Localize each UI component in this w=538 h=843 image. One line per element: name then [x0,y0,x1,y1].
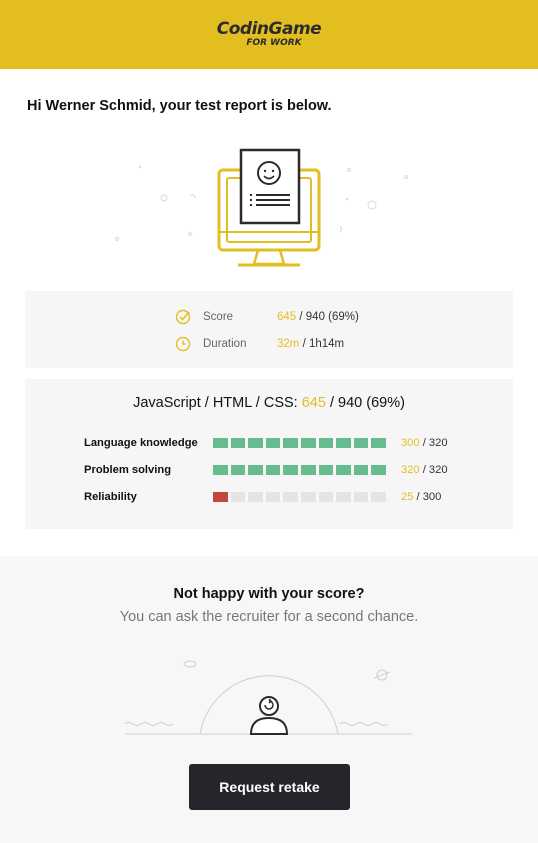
skill-bar-segment [318,492,334,502]
skill-bar-segment [336,492,351,502]
skill-bar [213,492,389,502]
skill-bar-segment [213,438,228,448]
skill-bar-segment [300,438,316,448]
skill-bar-segment [318,465,334,475]
skill-bar-segment [248,438,263,448]
skill-bar [213,438,389,448]
skill-bar-segment [230,492,246,502]
skill-value-group: 320 / 320 [401,464,448,476]
skill-label: Reliability [84,491,137,503]
skill-max: / 300 [413,491,442,503]
skill-bar-segment [353,492,369,502]
duration-total: / 1h14m [299,338,345,350]
skill-bar-segment [283,465,298,475]
skill-row-reliability: Reliability 25 / 300 [84,491,441,503]
score-total: / 940 (69%) [296,311,359,323]
skill-bar-segment [283,438,298,448]
score-value-group: 645 / 940 (69%) [277,311,359,323]
skill-value: 300 [400,437,420,449]
skill-bar-segment [371,465,386,475]
codingame-logo: CodinGame FOR WORK [216,19,322,48]
skill-value-group: 300 / 320 [401,437,448,449]
skill-bar-segment [265,492,281,502]
skill-bar-segment [265,438,281,448]
check-circle-icon [175,309,191,325]
skill-bar-segment [336,438,351,448]
skill-bar-segment [300,465,316,475]
skill-bar-segment [248,465,263,475]
skill-max: / 320 [419,437,448,449]
skill-bar-segment [230,438,246,448]
skill-value-group: 25 / 300 [401,491,441,503]
skill-label: Problem solving [84,464,172,476]
retake-section: Not happy with your score? You can ask t… [0,556,538,843]
skill-bar-segment [230,465,246,475]
skills-card: JavaScript / HTML / CSS: 645 / 940 (69%)… [25,379,513,529]
retake-question: Not happy with your score? [173,586,365,602]
skills-score: 645 [301,395,326,411]
skill-bar-segment [318,438,334,448]
skill-value: 320 [400,464,420,476]
duration-value: 32m [277,338,300,350]
skill-bar-segment [336,465,351,475]
score-label: Score [203,311,234,323]
skills-total: / 940 (69%) [325,395,405,411]
request-retake-button[interactable]: Request retake [189,764,350,810]
logo-brand: CodinGame [216,19,322,39]
skill-bar-segment [283,492,298,502]
skill-bar-segment [353,465,369,475]
summary-card: Score 645 / 940 (69%) Duration 32m / 1h1… [25,291,513,368]
skill-label: Language knowledge [84,437,198,449]
clock-icon [175,336,191,352]
report-illustration [115,148,408,267]
logo-sub: FOR WORK [246,38,302,48]
score-value: 645 [277,311,297,323]
retake-illustration [124,660,412,735]
skill-max: / 320 [419,464,448,476]
score-row: Score 645 / 940 (69%) [175,309,359,325]
skill-row-problem-solving: Problem solving 320 / 320 [84,464,448,476]
skills-title: JavaScript / HTML / CSS: 645 / 940 (69%) [25,395,513,411]
duration-value-group: 32m / 1h14m [277,338,344,350]
skill-bar-segment [371,492,386,502]
header-bar: CodinGame FOR WORK [0,0,538,69]
greeting-text: Hi Werner Schmid, your test report is be… [27,98,332,114]
skill-bar-segment [213,465,228,475]
duration-label: Duration [203,338,247,350]
skill-bar-segment [248,492,263,502]
skill-bar-segment [300,492,316,502]
skill-value: 25 [400,491,414,503]
skills-title-prefix: JavaScript / HTML / CSS: [133,395,298,411]
skill-bar-segment [265,465,281,475]
retake-subtext: You can ask the recruiter for a second c… [119,609,419,625]
skill-bar-segment [353,438,369,448]
skill-bar-segment [371,438,386,448]
skill-bar [213,465,389,475]
skill-row-language-knowledge: Language knowledge 300 / 320 [84,437,448,449]
duration-row: Duration 32m / 1h14m [175,336,344,352]
skill-bar-segment [213,492,228,502]
